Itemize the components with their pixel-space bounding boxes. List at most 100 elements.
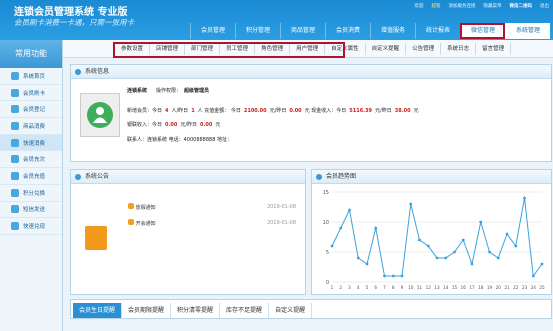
nav-reports[interactable]: 统计报表 — [415, 23, 460, 39]
sidebar-item-home[interactable]: 系统首页 — [0, 68, 62, 85]
nav-system[interactable]: 系统管理 — [505, 23, 550, 39]
sidebar-item-quick[interactable]: 快速消费 — [0, 134, 62, 152]
tab-points-clear[interactable]: 积分清零提醒 — [171, 303, 221, 318]
welcome-text: 欢迎 — [414, 4, 424, 9]
data-point — [479, 220, 483, 224]
data-point — [531, 274, 535, 278]
tab-stock[interactable]: 库存不足提醒 — [220, 303, 270, 318]
data-point — [514, 244, 518, 248]
sub-nav: 参数设置 店铺管理 部门管理 员工管理 角色管理 用户管理 自定义属性 自定义提… — [63, 40, 553, 58]
x-tick-label: 10 — [408, 285, 414, 290]
subnav-log[interactable]: 系统日志 — [441, 42, 477, 55]
sidebar-item-register[interactable]: 会员登记 — [0, 101, 62, 119]
data-point — [461, 238, 465, 242]
chart-icon — [316, 174, 322, 180]
x-tick-label: 24 — [531, 285, 537, 290]
sidebar-item-recharge[interactable]: 会员充值 — [0, 168, 62, 185]
sidebar: 常用功能 系统首页 会员刷卡 会员登记 商品消费 快速消费 会员充次 会员充值 … — [0, 40, 63, 331]
nav-value-added[interactable]: 增值服务 — [370, 23, 415, 39]
tab-custom[interactable]: 自定义提醒 — [269, 303, 313, 318]
avatar — [80, 93, 120, 137]
nav-member[interactable]: 会员管理 — [190, 23, 235, 39]
sidebar-item-times[interactable]: 会员充次 — [0, 151, 62, 169]
user-add-icon — [11, 105, 19, 114]
notice-item[interactable]: 放假通知 2019-01-08 — [128, 203, 296, 211]
home-icon — [11, 71, 19, 80]
series-line — [331, 197, 543, 278]
card-icon — [11, 88, 19, 97]
header-bar: 连锁会员管理系统 专业版 会员刷卡消费一卡通，只需一张用卡 欢迎 超管 添加服务… — [0, 0, 553, 40]
x-tick-label: 18 — [478, 285, 484, 290]
sidebar-title: 常用功能 — [0, 40, 62, 68]
sidebar-item-swipe[interactable]: 会员刷卡 — [0, 85, 62, 102]
notice-panel: 系统公告 放假通知 2019-01-08 开会通知 2019-01-08 — [70, 169, 306, 295]
x-tick-label: 19 — [487, 285, 493, 290]
sidebar-item-goods[interactable]: 商品消费 — [0, 118, 62, 135]
subnav-message[interactable]: 留言管理 — [476, 42, 512, 55]
x-tick-label: 7 — [383, 285, 386, 290]
subnav-stores[interactable]: 店铺管理 — [150, 42, 186, 55]
add-service-link[interactable]: 添加服务连接 — [449, 3, 476, 9]
sidebar-item-cashout[interactable]: 快速兑现 — [0, 218, 62, 235]
x-tick-label: 14 — [443, 285, 449, 290]
x-tick-label: 8 — [392, 285, 395, 290]
main-nav: 会员管理 积分管理 商品管理 会员消费 增值服务 统计报表 微信管理 系统管理 — [190, 23, 550, 39]
subnav-staff[interactable]: 员工管理 — [220, 42, 256, 55]
nav-points[interactable]: 积分管理 — [235, 23, 280, 39]
cash-icon — [11, 222, 19, 231]
app-slogan: 会员刷卡消费一卡通，只需一张用卡 — [14, 18, 134, 27]
subnav-custom-remind[interactable]: 自定义提醒 — [366, 42, 407, 55]
trend-chart: 0510151 2 3 4 5 6 7 8 9 10 11 12 13 14 15 16 17 18 19 20 21 2… — [323, 190, 545, 290]
y-tick-label: 5 — [326, 250, 329, 256]
x-tick-label: 12 — [426, 285, 432, 290]
data-point — [470, 262, 474, 266]
hide-menu-link[interactable]: 隐藏菜单 — [484, 3, 502, 9]
wechat-qr-link[interactable]: 微信二维码 — [510, 3, 533, 9]
x-tick-label: 23 — [522, 285, 528, 290]
info-icon — [75, 69, 81, 75]
store-name: 连锁系统 — [127, 88, 148, 94]
data-point — [444, 256, 448, 260]
data-point — [488, 250, 491, 254]
data-point — [496, 256, 500, 260]
x-tick-label: 5 — [366, 285, 369, 290]
x-tick-label: 1 — [331, 285, 334, 290]
app-title: 连锁会员管理系统 专业版 — [14, 7, 128, 18]
sidebar-item-exchange[interactable]: 积分兑换 — [0, 185, 62, 202]
info-store-line: 连锁系统 操作权限： 超级管理员 — [127, 88, 210, 94]
tab-birthday[interactable]: 会员生日提醒 — [73, 303, 123, 318]
subnav-users[interactable]: 用户管理 — [290, 42, 326, 55]
subnav-params[interactable]: 参数设置 — [115, 42, 151, 55]
subnav-roles[interactable]: 角色管理 — [255, 42, 291, 55]
x-tick-label: 25 — [539, 285, 545, 290]
data-point — [540, 262, 544, 266]
tab-expiry[interactable]: 会员期限提醒 — [122, 303, 172, 318]
trend-header: 会员趋势图 — [312, 170, 551, 184]
sidebar-item-sms[interactable]: 短信发送 — [0, 202, 62, 219]
data-point — [330, 244, 334, 248]
logout-link[interactable]: 退出 — [540, 3, 549, 9]
subnav-departments[interactable]: 部门管理 — [185, 42, 221, 55]
info-contact-line: 联系人：连锁系统 电话：4000888888 地址： — [127, 137, 232, 143]
role-value: 超级管理员 — [184, 88, 210, 94]
data-point — [523, 196, 526, 200]
data-point — [339, 226, 343, 230]
x-tick-label: 2 — [339, 285, 342, 290]
data-point — [356, 256, 360, 260]
notice-bullet-icon — [128, 203, 134, 209]
x-tick-label: 3 — [348, 285, 351, 290]
notice-bullet-icon — [128, 219, 134, 225]
nav-goods[interactable]: 商品管理 — [280, 23, 325, 39]
data-point — [348, 208, 351, 212]
notice-item[interactable]: 开会通知 2019-01-08 — [128, 219, 296, 227]
data-point — [391, 274, 395, 278]
subnav-notice[interactable]: 公告管理 — [406, 42, 442, 55]
user-name: 超管 — [431, 4, 441, 9]
nav-consume[interactable]: 会员消费 — [325, 23, 370, 39]
data-point — [365, 262, 369, 266]
sms-icon — [11, 205, 19, 214]
data-point — [453, 250, 456, 254]
nav-wechat[interactable]: 微信管理 — [460, 23, 505, 39]
subnav-custom-attr[interactable]: 自定义属性 — [325, 42, 366, 55]
x-tick-label: 20 — [496, 285, 502, 290]
